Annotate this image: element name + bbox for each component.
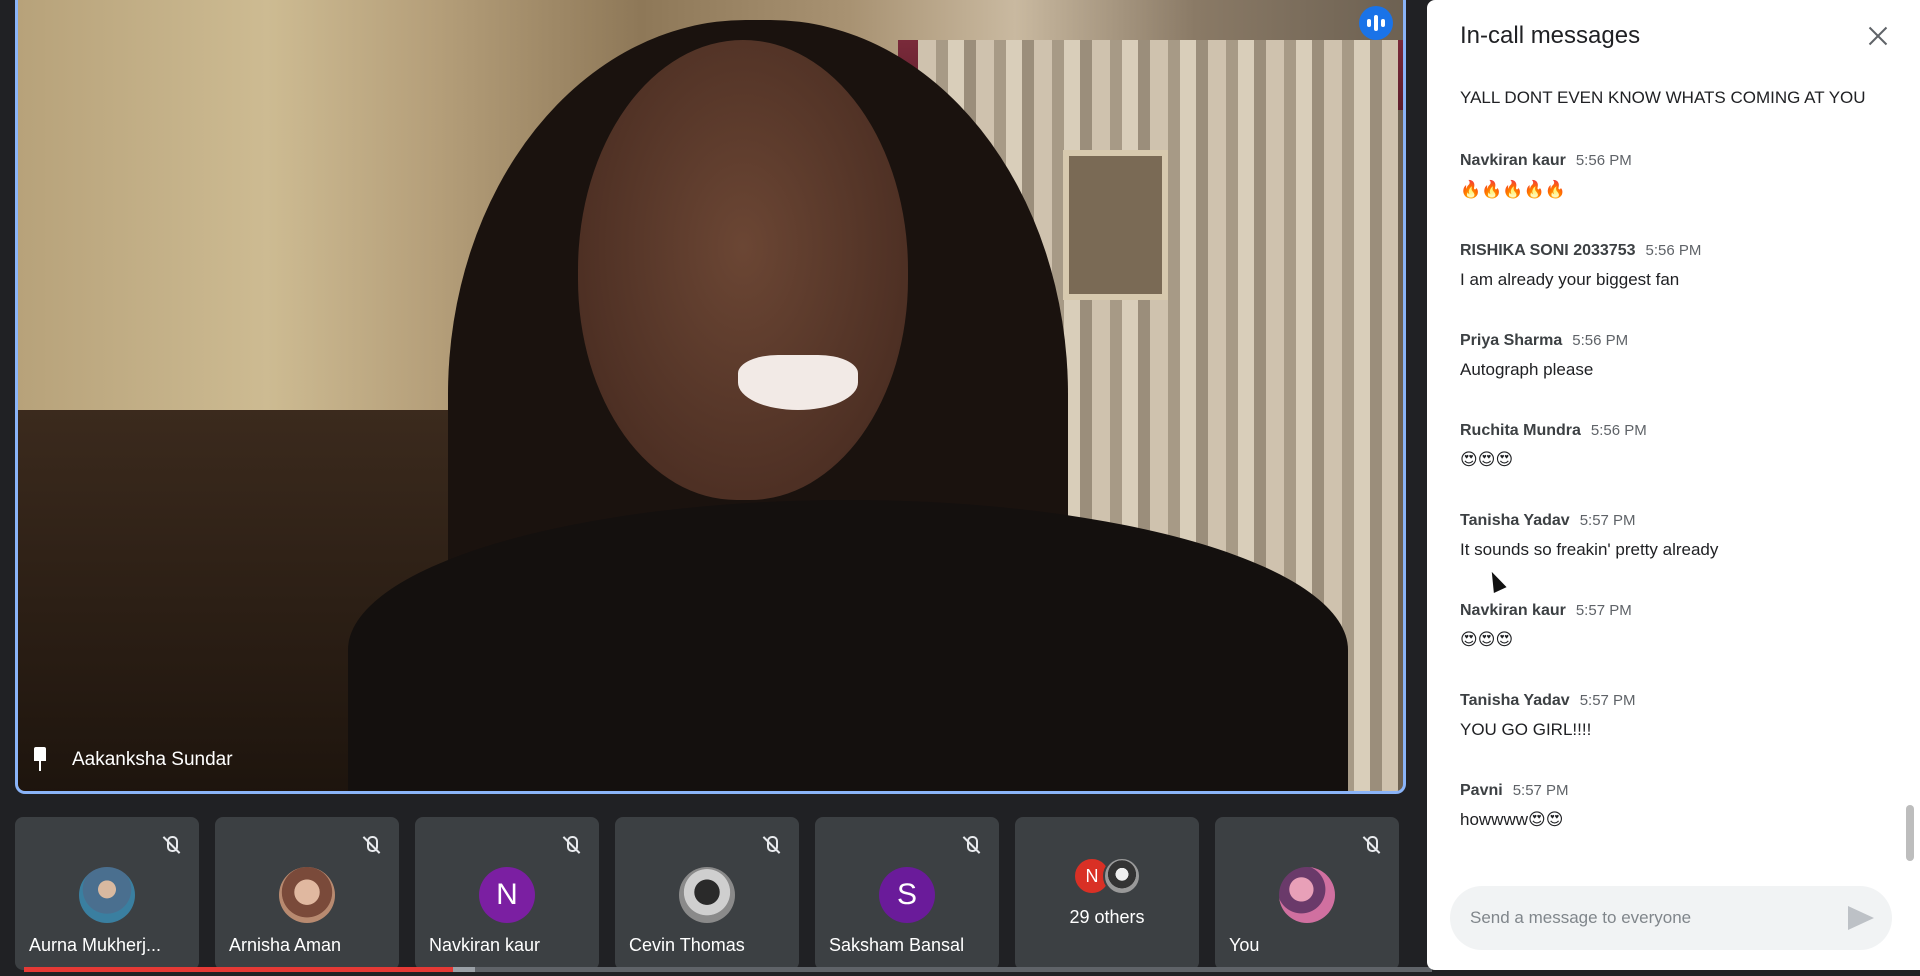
message-sender: Pavni [1460, 782, 1503, 799]
message-text: 😍😍😍 [1460, 450, 1514, 469]
participant-name: Arnisha Aman [229, 935, 342, 955]
message-time: 5:57 PM [1579, 512, 1636, 529]
mic-off-icon [761, 835, 781, 855]
message-text: It sounds so freakin' pretty already [1460, 540, 1719, 559]
message-text: YOU GO GIRL!!!! [1460, 720, 1592, 739]
participant-strip: Aurna Mukherj... Arnisha Aman N Navkiran… [15, 817, 1399, 970]
meet-window: Aakanksha Sundar Aurna Mukherj... Arnish… [0, 0, 1920, 976]
message-sender: RISHIKA SONI 2033753 [1460, 242, 1636, 259]
mic-off-icon [361, 835, 381, 855]
chat-scrollbar[interactable] [1906, 805, 1914, 861]
mic-off-icon [1361, 835, 1381, 855]
participant-tile[interactable]: Aurna Mukherj... [15, 817, 199, 970]
close-icon[interactable] [1866, 24, 1890, 48]
participant-tile[interactable]: Arnisha Aman [215, 817, 399, 970]
others-tile[interactable]: N 29 others [1015, 817, 1199, 970]
video-background [1063, 150, 1168, 300]
message-text: I am already your biggest fan [1460, 270, 1680, 289]
video-progress-bar[interactable] [24, 967, 1432, 972]
participant-tile[interactable]: S Saksham Bansal [815, 817, 999, 970]
message-time: 5:56 PM [1572, 332, 1629, 349]
speaker-name: Aakanksha Sundar [72, 749, 233, 770]
message: Pavni 5:57 PM howwww😍😍 [1460, 782, 1569, 830]
avatar [1279, 867, 1335, 923]
message-time: 5:56 PM [1590, 422, 1647, 439]
message: Navkiran kaur 5:56 PM 🔥🔥🔥🔥🔥 [1460, 152, 1632, 200]
participant-name: Aurna Mukherj... [29, 935, 162, 955]
chat-title: In-call messages [1460, 22, 1641, 49]
main-speaker-video[interactable]: Aakanksha Sundar [15, 0, 1406, 794]
send-icon[interactable] [1848, 906, 1874, 930]
message-sender: Ruchita Mundra [1460, 422, 1581, 439]
message-sender: Priya Sharma [1460, 332, 1563, 349]
message-text: 😍😍😍 [1460, 630, 1514, 649]
message: Tanisha Yadav 5:57 PM YOU GO GIRL!!!! [1460, 692, 1636, 740]
others-avatars: N [1073, 857, 1141, 895]
avatar [79, 867, 135, 923]
others-count: 29 others [1069, 907, 1145, 927]
pin-icon[interactable] [30, 747, 50, 773]
message: Navkiran kaur 5:57 PM 😍😍😍 [1460, 602, 1632, 650]
mic-off-icon [561, 835, 581, 855]
mic-off-icon [961, 835, 981, 855]
speaker-figure [578, 40, 908, 500]
participant-name: You [1229, 935, 1260, 955]
message-time: 5:56 PM [1645, 242, 1702, 259]
participant-tile[interactable]: Cevin Thomas [615, 817, 799, 970]
message-time: 5:56 PM [1575, 152, 1632, 169]
message: Priya Sharma 5:56 PM Autograph please [1460, 332, 1628, 380]
speaker-figure [348, 500, 1348, 791]
avatar [679, 867, 735, 923]
message-text: 🔥🔥🔥🔥🔥 [1460, 180, 1566, 199]
message-sender: Navkiran kaur [1460, 602, 1566, 619]
message-list[interactable]: YALL DONT EVEN KNOW WHATS COMING AT YOU … [1460, 60, 1880, 860]
message-input[interactable] [1450, 886, 1830, 950]
compose-box [1450, 886, 1892, 950]
message: RISHIKA SONI 2033753 5:56 PM I am already… [1460, 242, 1701, 290]
message: Tanisha Yadav 5:57 PM It sounds so freaki… [1460, 512, 1718, 560]
participant-tile[interactable]: N Navkiran kaur [415, 817, 599, 970]
message-time: 5:57 PM [1579, 692, 1636, 709]
message-text: YALL DONT EVEN KNOW WHATS COMING AT YOU [1460, 88, 1866, 107]
progress-fill [24, 967, 454, 972]
participant-name: Navkiran kaur [429, 935, 541, 955]
message-time: 5:57 PM [1512, 782, 1569, 799]
avatar [1103, 857, 1141, 895]
participant-name: Cevin Thomas [629, 935, 745, 955]
avatar [279, 867, 335, 923]
message-text: Autograph please [1460, 360, 1594, 379]
message: Ruchita Mundra 5:56 PM 😍😍😍 [1460, 422, 1647, 470]
speaker-figure [738, 355, 858, 410]
mic-off-icon [161, 835, 181, 855]
self-tile[interactable]: You [1215, 817, 1399, 970]
message-sender: Tanisha Yadav [1460, 692, 1570, 709]
progress-buffer [453, 967, 475, 972]
chat-panel: In-call messages YALL DONT EVEN KNOW WHA… [1427, 0, 1920, 970]
message-sender: Tanisha Yadav [1460, 512, 1570, 529]
message-time: 5:57 PM [1575, 602, 1632, 619]
participant-name: Saksham Bansal [829, 935, 965, 955]
avatar: N [479, 867, 535, 923]
avatar: S [879, 867, 935, 923]
speaker-label: Aakanksha Sundar [30, 747, 233, 773]
speaking-indicator-icon [1359, 6, 1393, 40]
message-sender: Navkiran kaur [1460, 152, 1566, 169]
message-text: howwww😍😍 [1460, 810, 1564, 829]
